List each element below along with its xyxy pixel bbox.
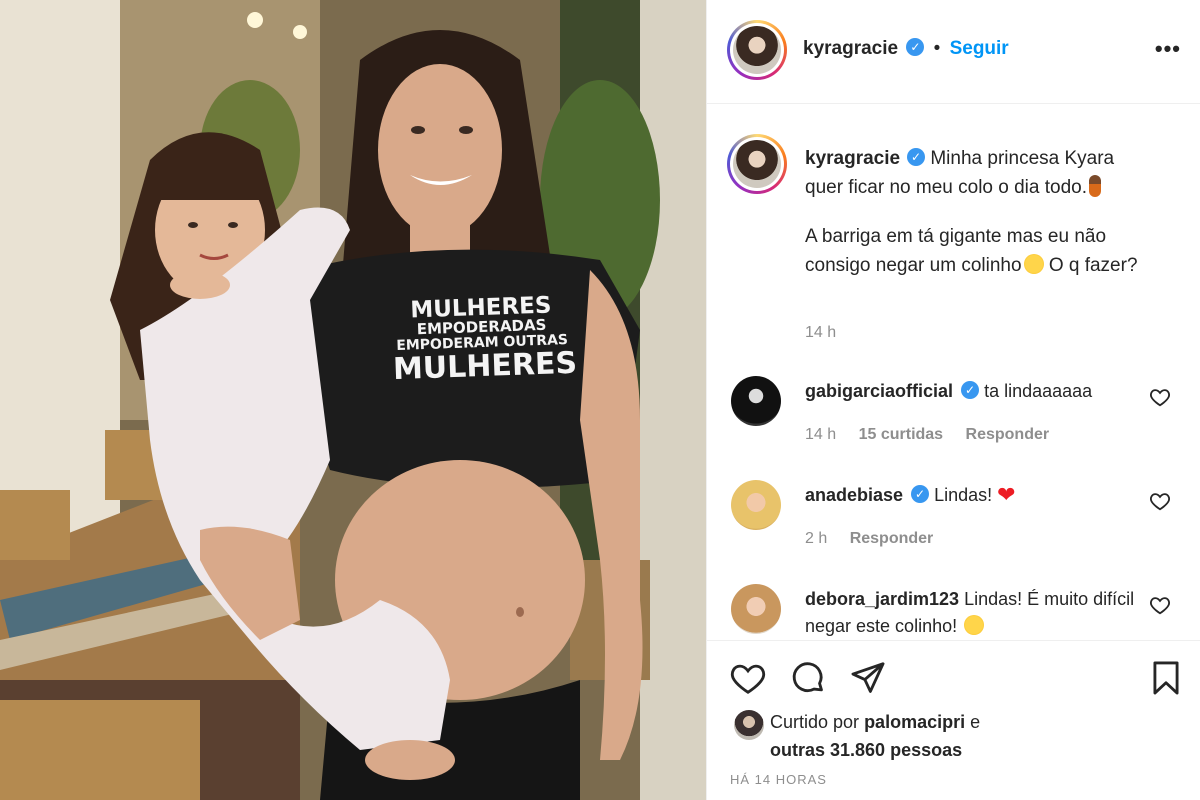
- liked-by-others[interactable]: outras 31.860 pessoas: [770, 740, 962, 760]
- reply-button[interactable]: Responder: [966, 426, 1050, 443]
- post-photo[interactable]: MULHERES EMPODERADAS EMPODERAM OUTRAS MU…: [0, 0, 706, 800]
- shirt-print-text: MULHERES EMPODERADAS EMPODERAM OUTRAS MU…: [391, 293, 578, 387]
- commenter-avatar[interactable]: [731, 480, 781, 530]
- verified-icon: ✓: [906, 37, 925, 56]
- comment-text: gabigarciaofficial ✓ ta lindaaaaaa: [805, 378, 1135, 405]
- comment-likes[interactable]: 15 curtidas: [859, 426, 943, 443]
- heart-icon[interactable]: [1149, 386, 1171, 408]
- caption-text: kyragracie ✓ Minha princesa Kyara quer fi…: [805, 144, 1145, 280]
- post-side-panel: kyragracie ✓ • Seguir ••• kyragracie ✓ Mi…: [706, 0, 1200, 800]
- like-heart-icon[interactable]: [729, 659, 767, 697]
- liked-by-user[interactable]: palomacipri: [864, 712, 965, 732]
- liked-by-prefix: Curtido por: [770, 712, 860, 732]
- comment-icon[interactable]: [789, 659, 827, 697]
- liker-avatar[interactable]: [734, 710, 764, 740]
- author-avatar[interactable]: [727, 20, 787, 80]
- post-timestamp[interactable]: HÁ 14 HORAS: [730, 772, 827, 787]
- laughing-emoji-icon: [964, 615, 985, 636]
- liked-by-connector: e: [970, 712, 981, 732]
- heart-icon[interactable]: [1149, 594, 1171, 616]
- author-line: kyragracie ✓ • Seguir: [803, 37, 1009, 60]
- caption-timestamp[interactable]: 14 h: [805, 324, 836, 342]
- likes-summary[interactable]: Curtido por palomacipri e outras 31.860 …: [770, 708, 980, 764]
- separator-dot: •: [933, 38, 941, 59]
- comment-body: Lindas!: [934, 485, 993, 505]
- comment-text: debora_jardim123 Lindas! É muito difícil…: [805, 586, 1135, 640]
- comment-body: ta lindaaaaaa: [984, 381, 1093, 401]
- follow-button[interactable]: Seguir: [950, 38, 1009, 59]
- photo-illustration: [0, 0, 706, 800]
- author-username[interactable]: kyragracie: [803, 38, 898, 59]
- red-heart-emoji-icon: ❤: [997, 481, 1016, 507]
- commenter-username[interactable]: debora_jardim123: [805, 589, 959, 609]
- verified-icon: ✓: [961, 381, 980, 400]
- verified-icon: ✓: [907, 147, 926, 166]
- more-icon[interactable]: •••: [1155, 36, 1181, 62]
- commenter-avatar[interactable]: [731, 376, 781, 426]
- shirt-line-4: MULHERES: [392, 345, 578, 387]
- comment-time[interactable]: 14 h: [805, 426, 836, 443]
- share-icon[interactable]: [849, 659, 887, 697]
- verified-icon: ✓: [911, 485, 930, 504]
- comment-meta: 2 h Responder: [805, 530, 951, 548]
- comment-text: anadebiase ✓ Lindas! ❤: [805, 482, 1135, 510]
- reply-button[interactable]: Responder: [850, 530, 934, 547]
- smile-emoji-icon: [1023, 253, 1044, 274]
- caption-username[interactable]: kyragracie: [805, 148, 900, 169]
- bookmark-icon[interactable]: [1147, 659, 1185, 697]
- caption-line-2-end: O q fazer?: [1048, 255, 1138, 276]
- comments-list[interactable]: kyragracie ✓ Minha princesa Kyara quer fi…: [707, 104, 1200, 640]
- commenter-avatar[interactable]: [731, 584, 781, 634]
- comment-meta: 14 h 15 curtidas Responder: [805, 426, 1067, 444]
- commenter-username[interactable]: gabigarciaofficial: [805, 381, 953, 401]
- person-emoji-icon: [1089, 174, 1102, 197]
- heart-icon[interactable]: [1149, 490, 1171, 512]
- caption-avatar[interactable]: [727, 134, 787, 194]
- comment-time[interactable]: 2 h: [805, 530, 827, 547]
- commenter-username[interactable]: anadebiase: [805, 485, 903, 505]
- post-header: kyragracie ✓ • Seguir •••: [707, 0, 1200, 104]
